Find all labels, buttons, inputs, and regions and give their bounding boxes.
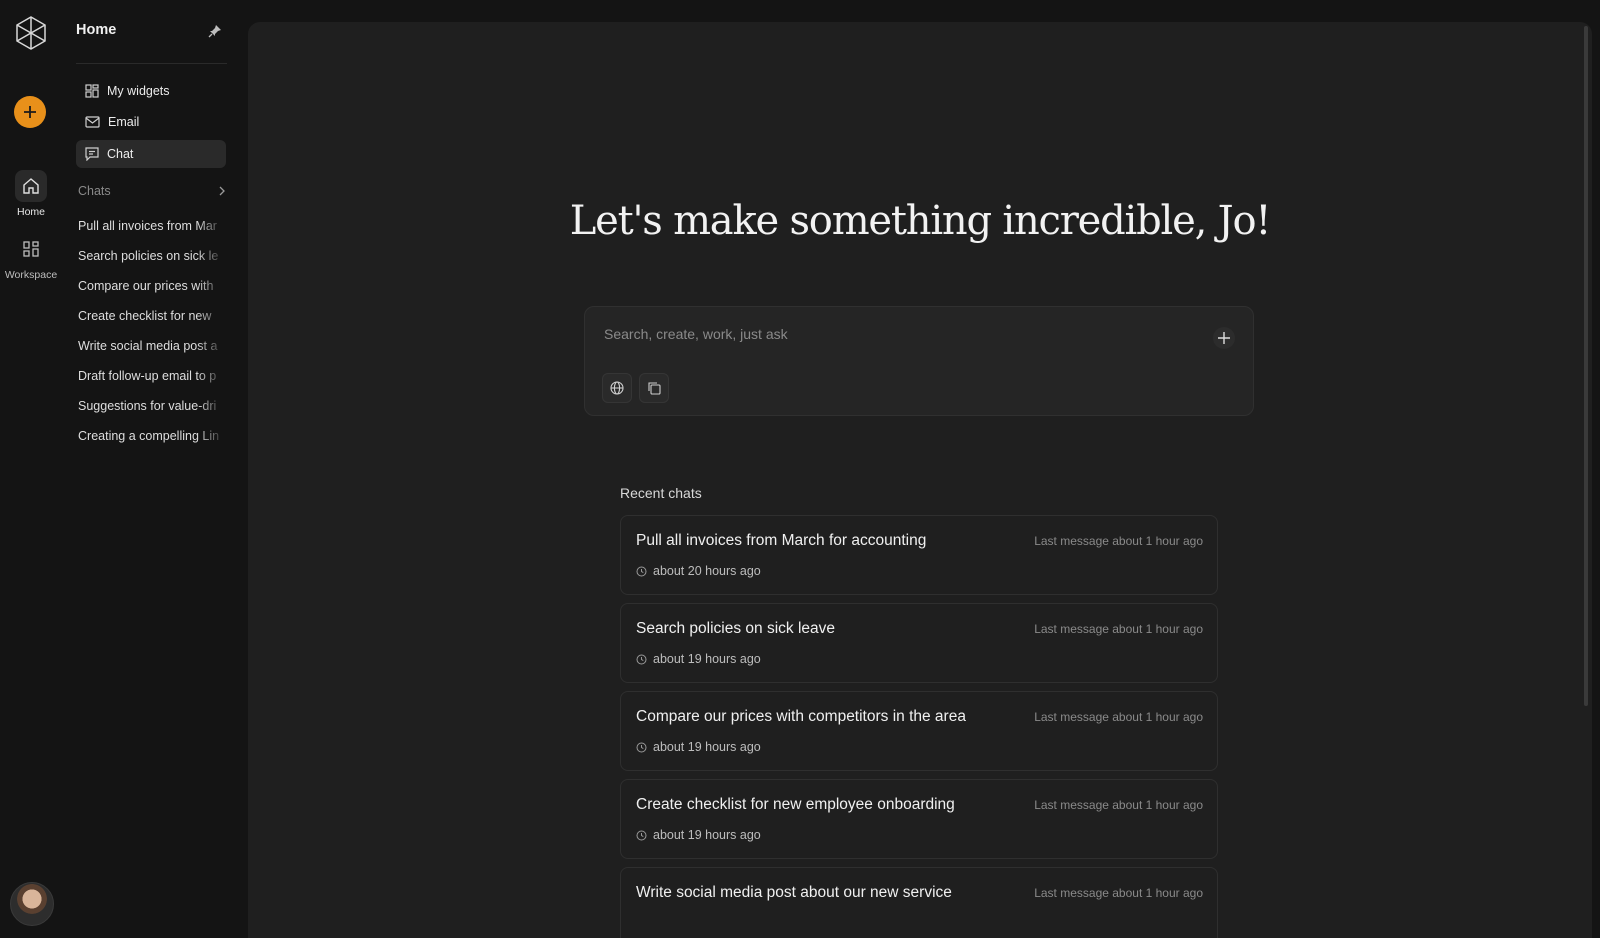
app-rail: Home Workspace (0, 0, 62, 938)
recent-chat-card[interactable]: Pull all invoices from March for account… (620, 515, 1218, 595)
logo-icon[interactable] (13, 15, 49, 51)
composer (584, 306, 1254, 416)
chat-title: Pull all invoices from March for account… (636, 532, 927, 549)
sidebar-item-my-widgets[interactable]: My widgets (76, 77, 226, 105)
rail-label-home: Home (16, 206, 45, 218)
clock-icon (636, 830, 647, 840)
sidebar-chat-item[interactable]: Pull all invoices from Mar (78, 218, 226, 248)
main-panel: Let's make something incredible, Jo! Rec… (248, 22, 1592, 938)
chat-created-label: about 19 hours ago (653, 652, 761, 666)
copy-button[interactable] (639, 373, 669, 403)
clock-icon (636, 566, 647, 576)
avatar[interactable] (10, 882, 54, 926)
mail-icon (85, 116, 100, 128)
globe-icon (610, 381, 624, 395)
home-icon (15, 170, 47, 202)
sidebar-chat-item[interactable]: Suggestions for value-dri (78, 398, 226, 428)
last-message-time: Last message about 1 hour ago (1034, 534, 1203, 548)
pin-icon[interactable] (208, 24, 222, 38)
last-message-time: Last message about 1 hour ago (1034, 710, 1203, 724)
chat-title: Compare our prices with competitors in t… (636, 708, 966, 725)
chat-title: Create checklist for new employee onboar… (636, 796, 955, 813)
sidebar-chat-item[interactable]: Create checklist for new (78, 308, 226, 338)
rail-label-workspace: Workspace (4, 269, 58, 281)
search-input[interactable] (602, 325, 1186, 343)
web-search-button[interactable] (602, 373, 632, 403)
sidebar-chat-item[interactable]: Search policies on sick le (78, 248, 226, 278)
add-button[interactable] (1213, 327, 1235, 349)
clock-icon (636, 742, 647, 752)
chat-created-label: about 19 hours ago (653, 828, 761, 842)
new-chat-button[interactable] (14, 96, 46, 128)
widgets-icon (85, 84, 99, 98)
recent-chat-card[interactable]: Compare our prices with competitors in t… (620, 691, 1218, 771)
page-title: Let's make something incredible, Jo! (569, 198, 1272, 244)
sidebar-item-email[interactable]: Email (76, 108, 226, 136)
sidebar-chat-item[interactable]: Write social media post a (78, 338, 226, 368)
sidebar-chat-item[interactable]: Compare our prices with (78, 278, 226, 308)
recent-chat-card[interactable]: Write social media post about our new se… (620, 867, 1218, 938)
chats-header: Chats (78, 184, 111, 198)
recent-chats-heading: Recent chats (620, 485, 702, 501)
chat-icon (85, 147, 99, 161)
recent-chat-card[interactable]: Create checklist for new employee onboar… (620, 779, 1218, 859)
recent-chat-card[interactable]: Search policies on sick leave Last messa… (620, 603, 1218, 683)
sidebar-item-label: My widgets (107, 84, 170, 98)
chat-created-label: about 19 hours ago (653, 740, 761, 754)
sidebar-item-chat[interactable]: Chat (76, 140, 226, 168)
chevron-right-icon (219, 186, 225, 196)
plus-icon (1218, 332, 1230, 344)
sidebar: Home My widgets Email Chat Chats Pull al… (62, 0, 244, 938)
chat-title: Search policies on sick leave (636, 620, 836, 637)
rail-item-home[interactable]: Home (0, 170, 62, 218)
last-message-time: Last message about 1 hour ago (1034, 886, 1203, 900)
last-message-time: Last message about 1 hour ago (1034, 798, 1203, 812)
copy-icon (648, 382, 661, 395)
chats-section-toggle[interactable]: Chats (78, 184, 226, 198)
sidebar-title: Home (76, 22, 117, 38)
sidebar-item-label: Email (108, 115, 140, 129)
sidebar-item-label: Chat (107, 147, 134, 161)
chat-created-label: about 20 hours ago (653, 564, 761, 578)
scrollbar[interactable] (1584, 26, 1588, 706)
sidebar-chat-item[interactable]: Draft follow-up email to p (78, 368, 226, 398)
chat-title: Write social media post about our new se… (636, 884, 952, 901)
divider (76, 63, 227, 64)
chat-created-time: about 19 hours ago (636, 828, 761, 842)
grid-icon (15, 233, 47, 265)
chat-created-time: about 19 hours ago (636, 652, 761, 666)
plus-icon (24, 106, 36, 118)
clock-icon (636, 654, 647, 664)
rail-item-workspace[interactable]: Workspace (0, 233, 62, 281)
chat-created-time: about 20 hours ago (636, 564, 761, 578)
sidebar-chat-item[interactable]: Creating a compelling Lin (78, 428, 226, 458)
sidebar-chat-list: Pull all invoices from Mar Search polici… (78, 218, 226, 458)
chat-created-time: about 19 hours ago (636, 740, 761, 754)
last-message-time: Last message about 1 hour ago (1034, 622, 1203, 636)
